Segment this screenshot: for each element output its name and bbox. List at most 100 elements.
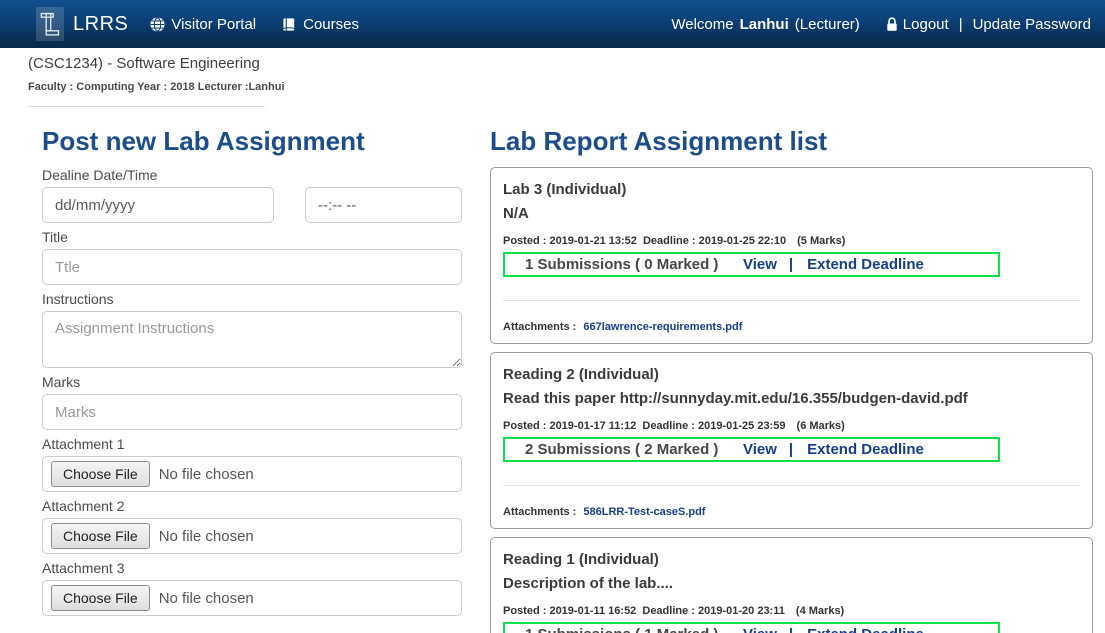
choose-file-button[interactable]: Choose File bbox=[51, 461, 150, 487]
assignment-meta: Posted : 2019-01-21 13:52 Deadline : 201… bbox=[503, 235, 1080, 247]
nav-item-label: Visitor Portal bbox=[171, 16, 256, 33]
instructions-label: Instructions bbox=[42, 291, 462, 307]
attachment-file-link[interactable]: 667lawrence-requirements.pdf bbox=[583, 321, 742, 333]
user-role: (Lecturer) bbox=[795, 16, 860, 33]
nav-item-label: Courses bbox=[303, 16, 359, 33]
file-status-text: No file chosen bbox=[159, 528, 254, 545]
content-columns: Post new Lab Assignment Dealine Date/Tim… bbox=[28, 126, 1093, 633]
welcome-text: Welcome Lanhui (Lecturer) bbox=[671, 16, 865, 33]
extend-deadline-link[interactable]: Extend Deadline bbox=[807, 626, 924, 633]
submissions-box: 2 Submissions ( 2 Marked ) View | Extend… bbox=[503, 437, 1000, 462]
attachment-3-file-input[interactable]: Choose File No file chosen bbox=[42, 580, 462, 616]
lrrs-logo-icon bbox=[36, 7, 64, 41]
lock-icon bbox=[886, 17, 898, 32]
page-body: (CSC1234) - Software Engineering Faculty… bbox=[0, 55, 1105, 633]
top-navbar: LRRS Visitor Portal bbox=[0, 0, 1105, 48]
title-group: Title bbox=[42, 229, 462, 285]
submissions-count: 1 Submissions ( 1 Marked ) bbox=[525, 626, 743, 633]
file-status-text: No file chosen bbox=[159, 590, 254, 607]
post-form-heading: Post new Lab Assignment bbox=[42, 126, 462, 157]
deadline-text: Deadline : 2019-01-25 22:10 bbox=[643, 235, 786, 247]
assignment-title: Reading 2 (Individual) bbox=[503, 366, 1080, 383]
attachment-3-group: Attachment 3 Choose File No file chosen bbox=[42, 560, 462, 616]
file-status-text: No file chosen bbox=[159, 466, 254, 483]
instructions-group: Instructions bbox=[42, 291, 462, 368]
attachment-2-label: Attachment 2 bbox=[42, 498, 462, 514]
logout-link[interactable]: Logout bbox=[903, 16, 949, 33]
assignment-list: Lab Report Assignment list Lab 3 (Indivi… bbox=[490, 126, 1093, 633]
book-icon bbox=[282, 17, 297, 32]
assignment-card: Reading 1 (Individual) Description of th… bbox=[490, 537, 1093, 633]
posted-text: Posted : 2019-01-11 16:52 bbox=[503, 605, 636, 617]
deadline-inputs bbox=[42, 187, 462, 223]
course-header: (CSC1234) - Software Engineering Faculty… bbox=[28, 55, 1093, 107]
course-title: (CSC1234) - Software Engineering bbox=[28, 55, 1093, 72]
deadline-text: Deadline : 2019-01-25 23:59 bbox=[642, 420, 785, 432]
brand-name[interactable]: LRRS bbox=[73, 13, 128, 36]
deadline-label: Dealine Date/Time bbox=[42, 167, 462, 183]
attachment-1-file-input[interactable]: Choose File No file chosen bbox=[42, 456, 462, 492]
assignment-meta: Posted : 2019-01-17 11:12 Deadline : 201… bbox=[503, 420, 1080, 432]
globe-icon bbox=[150, 17, 165, 32]
deadline-date-input[interactable] bbox=[42, 187, 274, 223]
submissions-count: 1 Submissions ( 0 Marked ) bbox=[525, 256, 743, 273]
attachments-label: Attachments : bbox=[503, 321, 576, 333]
course-meta: Faculty : Computing Year : 2018 Lecturer… bbox=[28, 81, 1093, 93]
choose-file-button[interactable]: Choose File bbox=[51, 585, 150, 611]
card-divider bbox=[503, 485, 1080, 486]
submissions-box: 1 Submissions ( 0 Marked ) View | Extend… bbox=[503, 252, 1000, 277]
choose-file-button[interactable]: Choose File bbox=[51, 523, 150, 549]
deadline-group: Dealine Date/Time bbox=[42, 167, 462, 223]
marks-label: Marks bbox=[42, 374, 462, 390]
attachment-file-link[interactable]: 586LRR-Test-caseS.pdf bbox=[583, 506, 705, 518]
attachments-row: Attachments : 586LRR-Test-caseS.pdf bbox=[503, 506, 1080, 518]
nav-right: Welcome Lanhui (Lecturer) Logout | Updat… bbox=[671, 16, 1091, 33]
posted-text: Posted : 2019-01-17 11:12 bbox=[503, 420, 636, 432]
welcome-prefix: Welcome bbox=[671, 16, 733, 33]
deadline-time-input[interactable] bbox=[305, 187, 462, 223]
link-separator: | bbox=[789, 441, 793, 458]
assignment-card: Reading 2 (Individual) Read this paper h… bbox=[490, 352, 1093, 529]
nav-item-courses[interactable]: Courses bbox=[282, 16, 359, 33]
attachment-2-group: Attachment 2 Choose File No file chosen bbox=[42, 498, 462, 554]
marks-text: (5 Marks) bbox=[797, 235, 845, 247]
title-label: Title bbox=[42, 229, 462, 245]
attachments-row: Attachments : 667lawrence-requirements.p… bbox=[503, 321, 1080, 333]
submissions-box: 1 Submissions ( 1 Marked ) View | Extend… bbox=[503, 622, 1000, 633]
attachment-1-label: Attachment 1 bbox=[42, 436, 462, 452]
assignment-title: Reading 1 (Individual) bbox=[503, 551, 1080, 568]
assignment-title: Lab 3 (Individual) bbox=[503, 181, 1080, 198]
card-divider bbox=[503, 300, 1080, 301]
view-link[interactable]: View bbox=[743, 626, 777, 633]
username: Lanhui bbox=[740, 16, 789, 33]
marks-input[interactable] bbox=[42, 394, 462, 430]
assignment-card: Lab 3 (Individual) N/A Posted : 2019-01-… bbox=[490, 167, 1093, 344]
assignment-list-heading: Lab Report Assignment list bbox=[490, 126, 1093, 157]
link-separator: | bbox=[789, 256, 793, 273]
assignment-description: Read this paper http://sunnyday.mit.edu/… bbox=[503, 390, 1080, 407]
attachment-3-label: Attachment 3 bbox=[42, 560, 462, 576]
view-link[interactable]: View bbox=[743, 441, 777, 458]
brand[interactable]: LRRS bbox=[36, 7, 128, 41]
view-link[interactable]: View bbox=[743, 256, 777, 273]
attachments-label: Attachments : bbox=[503, 506, 576, 518]
instructions-textarea[interactable] bbox=[42, 311, 462, 368]
marks-text: (6 Marks) bbox=[797, 420, 845, 432]
assignment-description: Description of the lab.... bbox=[503, 575, 1080, 592]
nav-item-visitor-portal[interactable]: Visitor Portal bbox=[150, 16, 256, 33]
extend-deadline-link[interactable]: Extend Deadline bbox=[807, 441, 924, 458]
nav-links: Visitor Portal Courses bbox=[150, 16, 385, 33]
extend-deadline-link[interactable]: Extend Deadline bbox=[807, 256, 924, 273]
assignment-description: N/A bbox=[503, 205, 1080, 222]
header-divider bbox=[28, 106, 265, 107]
posted-text: Posted : 2019-01-21 13:52 bbox=[503, 235, 637, 247]
link-separator: | bbox=[789, 626, 793, 633]
attachment-2-file-input[interactable]: Choose File No file chosen bbox=[42, 518, 462, 554]
submissions-count: 2 Submissions ( 2 Marked ) bbox=[525, 441, 743, 458]
nav-separator: | bbox=[959, 16, 963, 33]
post-assignment-form: Post new Lab Assignment Dealine Date/Tim… bbox=[42, 126, 462, 633]
title-input[interactable] bbox=[42, 249, 462, 285]
marks-group: Marks bbox=[42, 374, 462, 430]
update-password-link[interactable]: Update Password bbox=[973, 16, 1091, 33]
assignment-meta: Posted : 2019-01-11 16:52 Deadline : 201… bbox=[503, 605, 1080, 617]
